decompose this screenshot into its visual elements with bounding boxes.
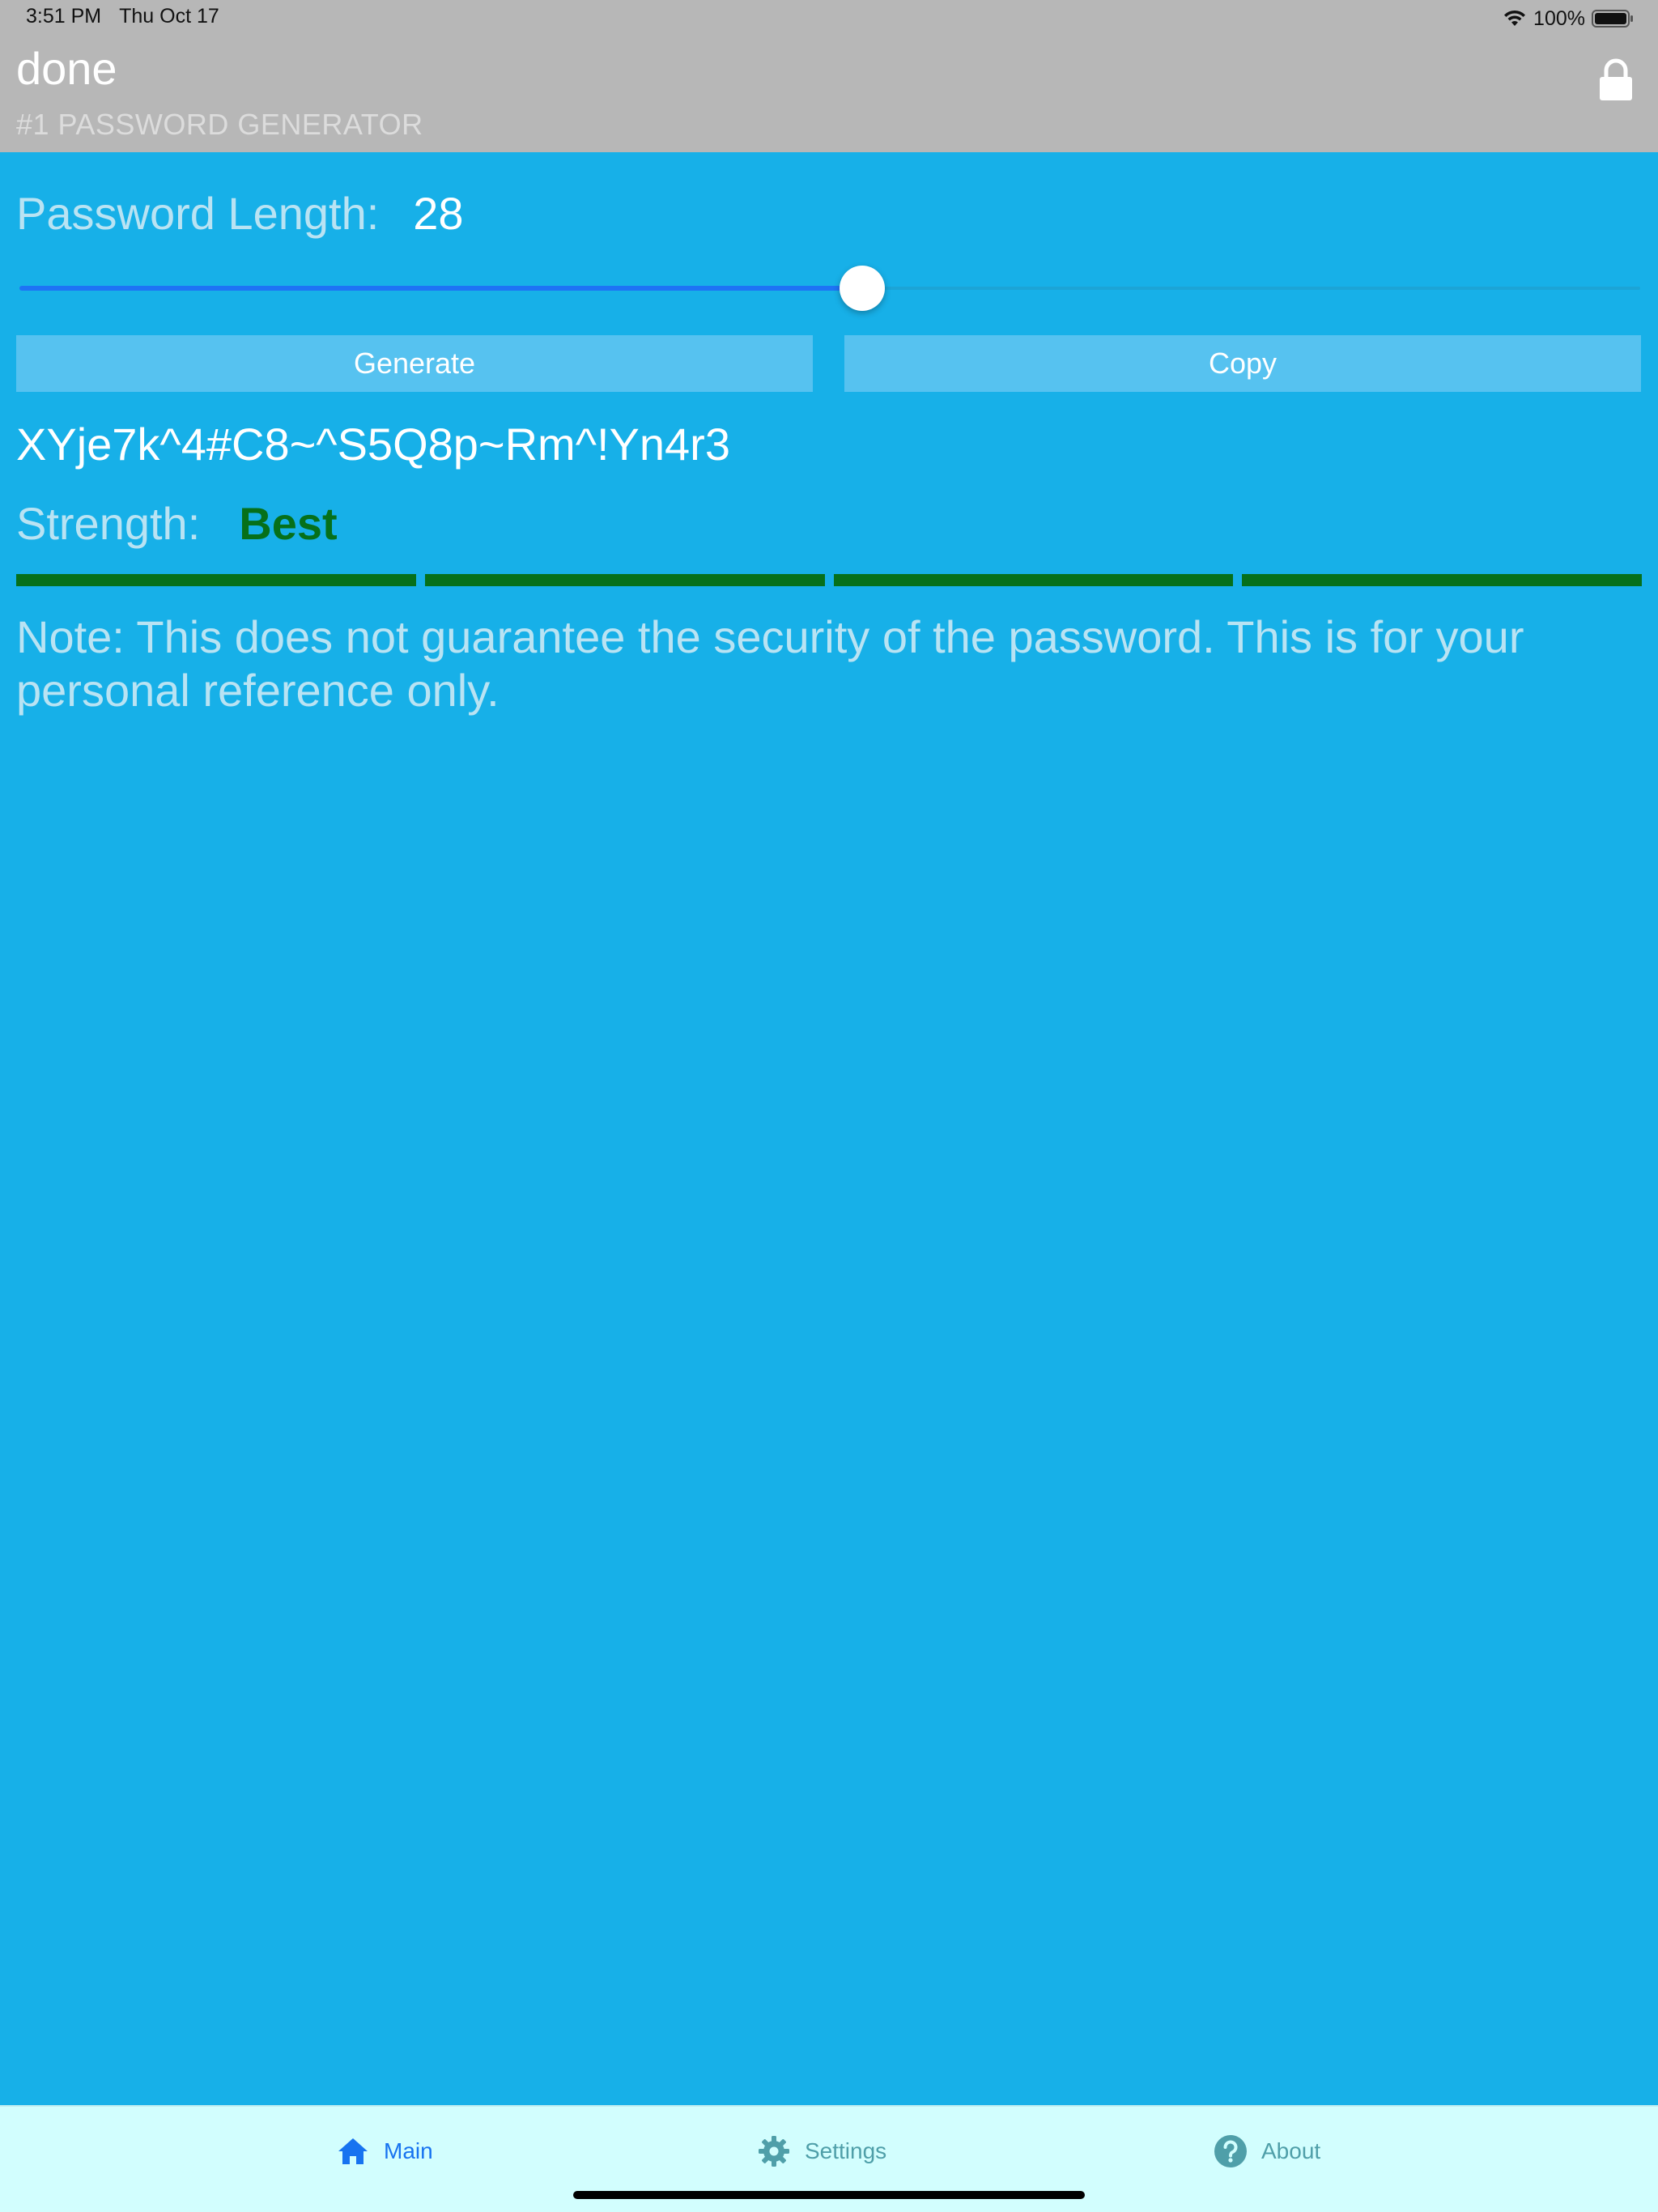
app-header: 3:51 PM Thu Oct 17 100% done #1 PASSWORD … <box>0 0 1658 152</box>
status-bar-indicators: 100% <box>1503 5 1634 32</box>
battery-percentage: 100% <box>1533 6 1585 30</box>
strength-meter-segment <box>16 574 416 586</box>
strength-meter-segment <box>424 574 825 586</box>
status-bar-clock: 3:51 PM Thu Oct 17 <box>26 5 219 28</box>
tab-about[interactable]: About <box>1213 2131 1320 2172</box>
generated-password: XYje7k^4#C8~^S5Q8p~Rm^!Yn4r3 <box>16 419 730 470</box>
battery-icon <box>1592 10 1633 28</box>
strength-row: Strength: Best <box>16 495 338 551</box>
strength-meter-segment <box>1242 574 1642 586</box>
strength-meter-segment <box>833 574 1234 586</box>
status-date: Thu Oct 17 <box>119 5 219 28</box>
password-length-value: 28 <box>413 187 464 239</box>
app-title: done <box>16 43 117 94</box>
gear-icon <box>759 2136 789 2167</box>
strength-label: Strength: <box>16 497 201 549</box>
disclaimer-note: Note: This does not guarantee the securi… <box>16 611 1524 716</box>
tab-main-label: Main <box>384 2138 433 2163</box>
status-time: 3:51 PM <box>26 5 102 28</box>
password-length-slider[interactable] <box>19 266 1640 311</box>
app-subtitle: #1 PASSWORD GENERATOR <box>16 108 423 141</box>
password-length-row: Password Length: 28 <box>16 185 464 241</box>
tab-settings-label: Settings <box>805 2138 887 2163</box>
home-icon <box>338 2138 368 2164</box>
wifi-icon <box>1504 10 1526 26</box>
slider-fill <box>19 286 863 291</box>
copy-button[interactable]: Copy <box>844 335 1641 392</box>
home-indicator <box>573 2191 1085 2199</box>
generate-button[interactable]: Generate <box>16 335 813 392</box>
password-length-label: Password Length: <box>16 187 380 239</box>
strength-value: Best <box>239 497 338 549</box>
slider-thumb[interactable] <box>840 266 886 311</box>
strength-meter <box>16 574 1642 586</box>
lock-icon[interactable] <box>1595 57 1637 102</box>
tab-main[interactable]: Main <box>335 2131 433 2172</box>
question-icon <box>1214 2135 1247 2167</box>
tab-about-label: About <box>1261 2138 1321 2163</box>
tab-settings[interactable]: Settings <box>756 2131 886 2172</box>
